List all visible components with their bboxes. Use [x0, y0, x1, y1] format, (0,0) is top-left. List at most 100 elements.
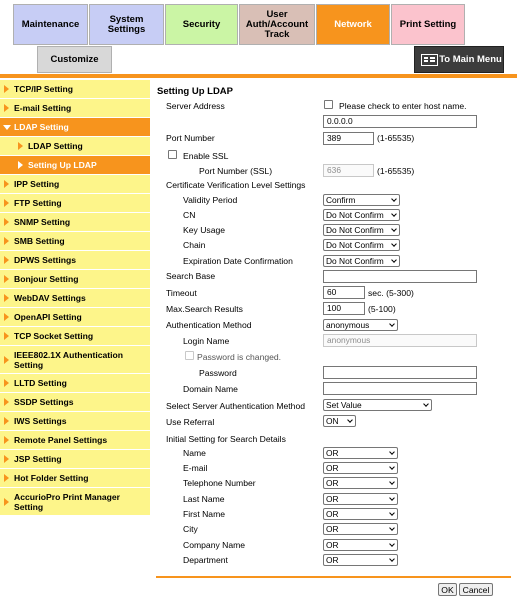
search-base-label: Search Base [166, 271, 216, 281]
search-email-select[interactable]: OR [323, 462, 398, 474]
search-email-label: E-mail [183, 463, 208, 473]
sidebar-item-ldap[interactable]: LDAP Setting [0, 118, 150, 137]
arrow-right-icon [18, 142, 23, 150]
sidebar-item-ieee8021x[interactable]: IEEE802.1X Authentication Setting [0, 346, 150, 374]
sidebar-item-iws[interactable]: IWS Settings [0, 412, 150, 431]
sidebar-item-jsp[interactable]: JSP Setting [0, 450, 150, 469]
password-changed-label: Password is changed. [197, 352, 282, 362]
chevron-down-icon [389, 525, 395, 531]
to-main-menu-button[interactable]: To Main Menu [414, 46, 504, 73]
use-referral-label: Use Referral [166, 417, 215, 427]
password-input[interactable] [323, 366, 477, 379]
ok-button[interactable]: OK [438, 583, 457, 596]
arrow-right-icon [4, 417, 9, 425]
search-base-input[interactable] [323, 270, 477, 283]
port-number-label: Port Number [166, 133, 215, 143]
port-number-input[interactable]: 389 [323, 132, 374, 145]
page-title: Setting Up LDAP [157, 86, 233, 97]
search-last-name-select[interactable]: OR [323, 493, 398, 505]
search-department-label: Department [183, 555, 228, 565]
chevron-down-icon [391, 211, 397, 217]
domain-name-input[interactable] [323, 382, 477, 395]
arrow-right-icon [4, 256, 9, 264]
domain-name-label: Domain Name [183, 384, 238, 394]
ssl-port-input[interactable]: 636 [323, 164, 374, 177]
password-changed-checkbox[interactable] [185, 351, 194, 360]
sidebar-item-webdav[interactable]: WebDAV Settings [0, 289, 150, 308]
sidebar-item-hot-folder[interactable]: Hot Folder Setting [0, 469, 150, 488]
sidebar-subitem-ldap-setting[interactable]: LDAP Setting [0, 137, 150, 156]
sidebar-item-bonjour[interactable]: Bonjour Setting [0, 270, 150, 289]
search-company-select[interactable]: OR [323, 539, 398, 551]
tab-security[interactable]: Security [165, 4, 238, 45]
max-results-input[interactable]: 100 [323, 302, 365, 315]
validity-period-select[interactable]: Confirm [323, 194, 400, 206]
chevron-down-icon [347, 417, 353, 423]
chain-select[interactable]: Do Not Confirm [323, 239, 400, 251]
sidebar-item-lltd[interactable]: LLTD Setting [0, 374, 150, 393]
cn-select[interactable]: Do Not Confirm [323, 209, 400, 221]
server-address-input[interactable]: 0.0.0.0 [323, 115, 477, 128]
host-name-checkbox[interactable] [324, 100, 333, 109]
tab-network[interactable]: Network [316, 4, 390, 45]
arrow-right-icon [4, 237, 9, 245]
arrow-right-icon [4, 294, 9, 302]
timeout-input[interactable]: 60 [323, 286, 365, 299]
chevron-down-icon [391, 226, 397, 232]
sidebar-item-dpws[interactable]: DPWS Settings [0, 251, 150, 270]
timeout-unit: sec. (5-300) [368, 288, 414, 298]
sidebar-item-snmp[interactable]: SNMP Setting [0, 213, 150, 232]
chevron-down-icon [389, 479, 395, 485]
ssl-port-label: Port Number (SSL) [199, 166, 273, 176]
auth-method-select[interactable]: anonymous [323, 319, 398, 331]
expiration-select[interactable]: Do Not Confirm [323, 255, 400, 267]
footer-divider [156, 576, 511, 578]
use-referral-select[interactable]: ON [323, 415, 356, 427]
sidebar-subitem-setting-up-ldap[interactable]: Setting Up LDAP [0, 156, 150, 175]
sidebar-item-ftp[interactable]: FTP Setting [0, 194, 150, 213]
search-last-name-label: Last Name [183, 494, 225, 504]
tab-maintenance[interactable]: Maintenance [13, 4, 88, 45]
arrow-right-icon [4, 218, 9, 226]
chevron-down-icon [389, 541, 395, 547]
chevron-down-icon [391, 241, 397, 247]
arrow-right-icon [4, 474, 9, 482]
search-telephone-select[interactable]: OR [323, 477, 398, 489]
tab-user-auth-account-track[interactable]: User Auth/Account Track [239, 4, 315, 45]
host-name-checkbox-label: Please check to enter host name. [339, 101, 467, 111]
enable-ssl-checkbox[interactable] [168, 150, 177, 159]
sidebar-item-tcpip[interactable]: TCP/IP Setting [0, 80, 150, 99]
password-label: Password [199, 368, 237, 378]
cancel-button[interactable]: Cancel [459, 583, 493, 596]
search-telephone-label: Telephone Number [183, 478, 256, 488]
max-results-label: Max.Search Results [166, 304, 243, 314]
sidebar-item-email[interactable]: E-mail Setting [0, 99, 150, 118]
search-department-select[interactable]: OR [323, 554, 398, 566]
max-results-range: (5-100) [368, 304, 396, 314]
login-name-input[interactable]: anonymous [323, 334, 477, 347]
search-city-label: City [183, 524, 198, 534]
search-city-select[interactable]: OR [323, 523, 398, 535]
sidebar-item-accuriopro[interactable]: AccurioPro Print Manager Setting [0, 488, 150, 516]
tab-print-setting[interactable]: Print Setting [391, 4, 465, 45]
header-divider [0, 74, 517, 78]
enable-ssl-label: Enable SSL [183, 151, 229, 161]
tab-system-settings[interactable]: System Settings [89, 4, 164, 45]
tab-customize[interactable]: Customize [37, 46, 112, 73]
key-usage-select[interactable]: Do Not Confirm [323, 224, 400, 236]
chevron-down-icon [391, 196, 397, 202]
search-name-select[interactable]: OR [323, 447, 398, 459]
sidebar-item-ssdp[interactable]: SSDP Settings [0, 393, 150, 412]
sidebar-item-openapi[interactable]: OpenAPI Setting [0, 308, 150, 327]
arrow-right-icon [4, 379, 9, 387]
sidebar-item-tcp-socket[interactable]: TCP Socket Setting [0, 327, 150, 346]
arrow-right-icon [4, 104, 9, 112]
server-auth-select[interactable]: Set Value [323, 399, 432, 411]
sidebar-item-ipp[interactable]: IPP Setting [0, 175, 150, 194]
sidebar-item-smb[interactable]: SMB Setting [0, 232, 150, 251]
sidebar-item-remote-panel[interactable]: Remote Panel Settings [0, 431, 150, 450]
chevron-down-icon [389, 449, 395, 455]
chain-label: Chain [183, 240, 206, 250]
search-first-name-select[interactable]: OR [323, 508, 398, 520]
key-usage-label: Key Usage [183, 225, 226, 235]
